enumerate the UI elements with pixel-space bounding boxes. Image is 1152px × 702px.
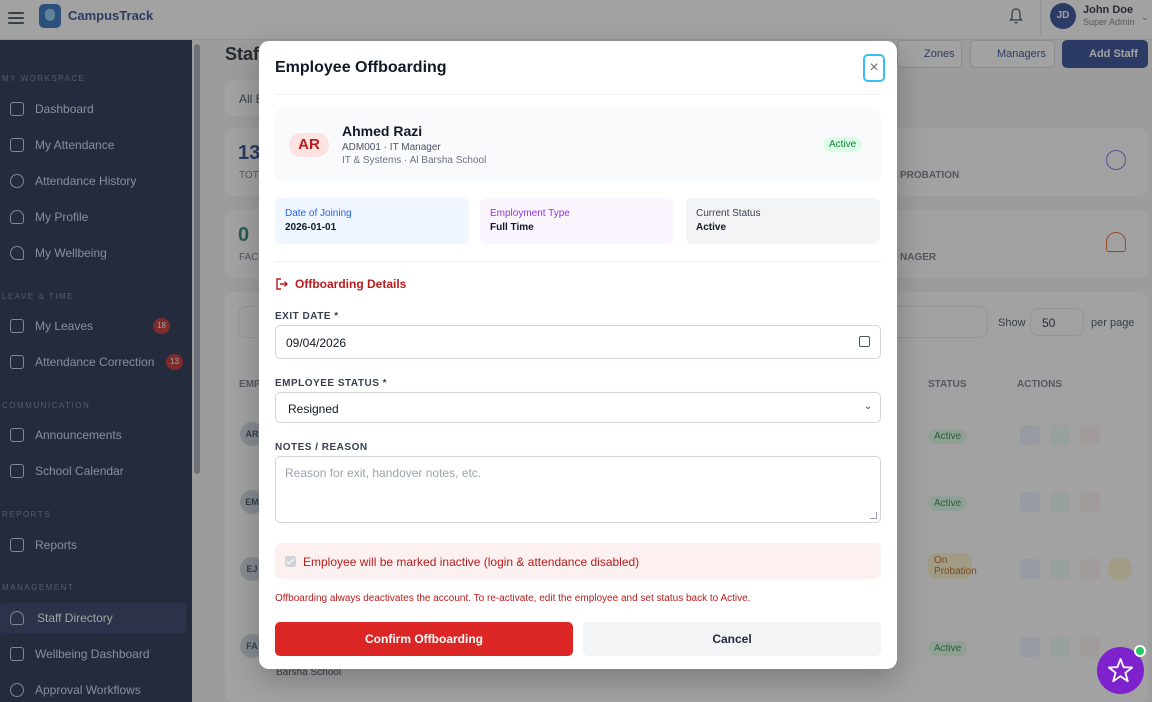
- section-title: Offboarding Details: [295, 277, 407, 291]
- calendar-icon[interactable]: [859, 336, 870, 347]
- deactivation-warning: Employee will be marked inactive (login …: [275, 543, 881, 579]
- online-indicator: [1134, 645, 1146, 657]
- info-value: Active: [696, 222, 727, 233]
- divider: [275, 261, 881, 262]
- chevron-down-icon: ⌄: [864, 401, 873, 412]
- close-icon[interactable]: ×: [863, 54, 885, 82]
- notes-label: NOTES / REASON: [275, 442, 368, 453]
- info-value: Full Time: [490, 222, 534, 233]
- notes-placeholder: Reason for exit, handover notes, etc.: [285, 466, 482, 480]
- exit-date-input[interactable]: 09/04/2026: [275, 325, 881, 359]
- info-value: 2026-01-01: [285, 222, 337, 233]
- info-employment-type: Employment Type Full Time: [480, 198, 674, 244]
- info-label: Date of Joining: [285, 208, 352, 219]
- employee-name: Ahmed Razi: [342, 123, 423, 139]
- cancel-button[interactable]: Cancel: [583, 622, 881, 656]
- warning-text: Employee will be marked inactive (login …: [303, 555, 640, 569]
- info-label: Current Status: [696, 208, 761, 219]
- avatar: AR: [289, 133, 329, 157]
- exit-date-value: 09/04/2026: [286, 336, 347, 350]
- resize-handle[interactable]: [870, 512, 877, 519]
- employee-status-label: EMPLOYEE STATUS *: [275, 378, 388, 389]
- offboarding-modal: Employee Offboarding × AR Ahmed Razi ADM…: [259, 41, 897, 669]
- status-badge: Active: [823, 137, 863, 152]
- modal-title: Employee Offboarding: [275, 59, 447, 76]
- notes-textarea[interactable]: Reason for exit, handover notes, etc.: [275, 456, 881, 523]
- deactivate-checkbox[interactable]: [285, 556, 296, 567]
- logout-icon: [276, 278, 288, 290]
- exit-date-label: EXIT DATE *: [275, 311, 339, 322]
- confirm-offboarding-button[interactable]: Confirm Offboarding: [275, 622, 573, 656]
- employee-department: IT & Systems · Al Barsha School: [342, 155, 487, 166]
- employee-id-role: ADM001 · IT Manager: [342, 142, 441, 153]
- info-current-status: Current Status Active: [686, 198, 880, 244]
- info-date-of-joining: Date of Joining 2026-01-01: [275, 198, 469, 244]
- employee-summary-card: AR Ahmed Razi ADM001 · IT Manager IT & S…: [275, 108, 881, 181]
- employee-status-select[interactable]: Resigned ⌄: [275, 392, 881, 423]
- offboarding-note: Offboarding always deactivates the accou…: [275, 593, 751, 604]
- employee-status-value: Resigned: [288, 402, 339, 416]
- divider: [275, 94, 881, 95]
- info-label: Employment Type: [490, 208, 570, 219]
